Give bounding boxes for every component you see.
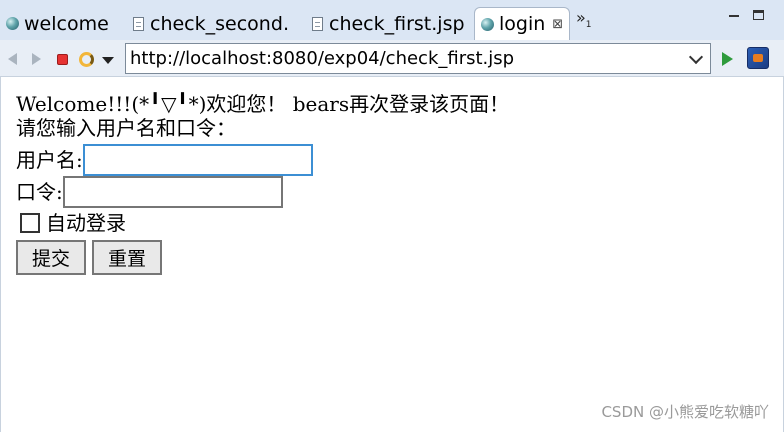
tab-label: login bbox=[499, 13, 546, 35]
chevron-double-right-icon: » bbox=[576, 8, 586, 27]
go-icon[interactable] bbox=[722, 52, 733, 66]
login-prompt: 请您输入用户名和口令： bbox=[16, 116, 236, 140]
username-label: 用户名: bbox=[16, 148, 83, 172]
tab-login[interactable]: login ⊠ bbox=[474, 7, 570, 40]
tab-welcome[interactable]: welcome bbox=[6, 7, 124, 40]
close-icon[interactable]: ⊠ bbox=[552, 17, 563, 32]
password-label: 口令: bbox=[16, 180, 63, 204]
password-row: 口令: bbox=[16, 176, 283, 208]
stop-icon[interactable] bbox=[57, 54, 68, 65]
editor-tab-bar: welcome check_second… check_first.jsp lo… bbox=[0, 0, 784, 40]
auto-login-row: 自动登录 bbox=[20, 211, 126, 235]
submit-button[interactable]: 提交 bbox=[16, 240, 87, 275]
caret-down-icon[interactable] bbox=[102, 57, 114, 64]
username-input[interactable] bbox=[82, 144, 313, 176]
tab-check-first[interactable]: check_first.jsp bbox=[312, 7, 472, 40]
form-buttons: 提交 重置 bbox=[16, 240, 168, 275]
page-icon bbox=[312, 16, 323, 31]
page-icon bbox=[133, 16, 144, 31]
reset-button[interactable]: 重置 bbox=[92, 240, 163, 275]
auto-login-label: 自动登录 bbox=[46, 211, 126, 235]
forward-icon[interactable] bbox=[32, 53, 41, 65]
back-icon[interactable] bbox=[8, 53, 17, 65]
globe-icon bbox=[6, 17, 19, 30]
maximize-icon[interactable] bbox=[753, 10, 764, 20]
open-external-browser-icon[interactable] bbox=[747, 47, 769, 69]
overflow-count: 1 bbox=[585, 20, 592, 31]
tab-label: check_second… bbox=[150, 12, 291, 35]
tab-label: welcome bbox=[24, 12, 109, 35]
auto-login-checkbox[interactable] bbox=[20, 213, 40, 233]
page-content: Welcome!!!(*╹▽╹*)欢迎您！ bears再次登录该页面！ 请您输入… bbox=[0, 77, 784, 432]
password-input[interactable] bbox=[62, 176, 283, 208]
url-text[interactable]: http://localhost:8080/exp04/check_first.… bbox=[130, 48, 691, 69]
tab-check-second[interactable]: check_second… bbox=[133, 7, 291, 40]
tab-label: check_first.jsp bbox=[329, 12, 465, 35]
minimize-icon[interactable] bbox=[728, 10, 740, 22]
browser-toolbar: http://localhost:8080/exp04/check_first.… bbox=[0, 40, 784, 77]
welcome-message: Welcome!!!(*╹▽╹*)欢迎您！ bears再次登录该页面！ bbox=[16, 92, 510, 116]
chevron-down-icon[interactable] bbox=[688, 49, 704, 64]
username-row: 用户名: bbox=[16, 144, 313, 176]
globe-icon bbox=[481, 17, 494, 31]
url-bar[interactable]: http://localhost:8080/exp04/check_first.… bbox=[125, 43, 711, 74]
tab-overflow-button[interactable]: »1 bbox=[576, 8, 592, 30]
watermark: CSDN @小熊爱吃软糖吖 bbox=[601, 403, 769, 421]
refresh-icon[interactable] bbox=[79, 52, 94, 67]
